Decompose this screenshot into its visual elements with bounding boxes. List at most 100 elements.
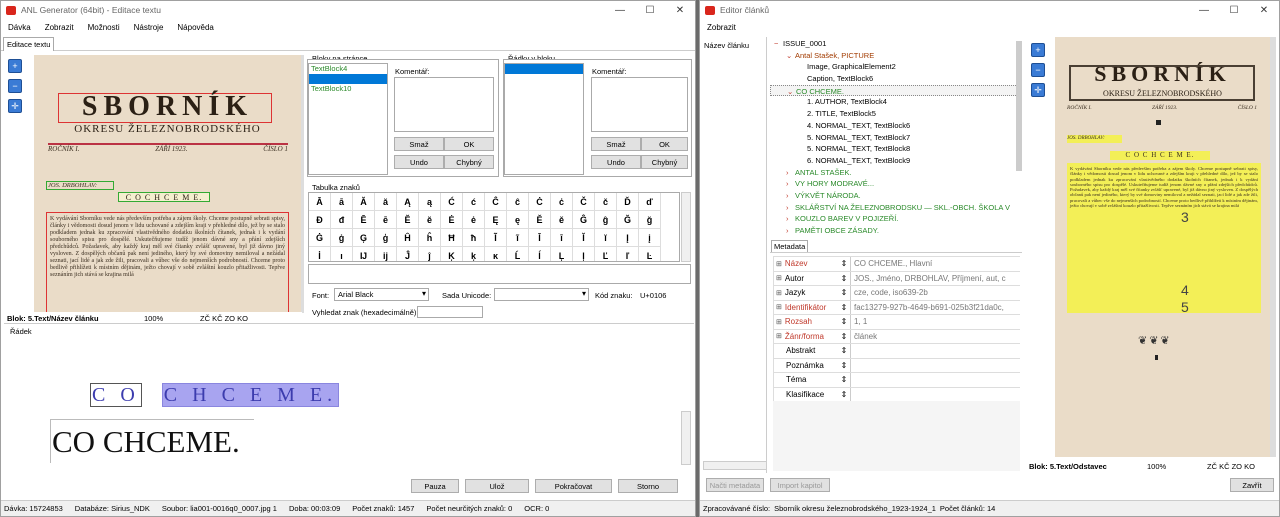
tree-node[interactable]: › PAMĚTI OBCE ZÁSADY. [770, 225, 1018, 237]
metadata-edit-icon[interactable]: ⇕ [838, 388, 850, 402]
tree-expander-icon[interactable]: › [786, 167, 795, 179]
tree-node[interactable]: 2. TITLE, TextBlock5 [770, 108, 1018, 120]
char-cell[interactable]: đ [331, 211, 353, 229]
tab-editace-textu[interactable]: Editace textu [3, 37, 55, 51]
tree-node[interactable]: Image, GraphicalElement2 [770, 61, 1018, 73]
char-cell[interactable]: Ĵ [397, 247, 419, 261]
char-cell[interactable]: Ē [353, 211, 375, 229]
char-cell[interactable]: ħ [463, 229, 485, 247]
pokracovat-button[interactable]: Pokračovat [535, 479, 612, 493]
metadata-edit-icon[interactable]: ⇕ [838, 330, 850, 344]
char-cell[interactable]: ĉ [507, 193, 529, 211]
char-cell[interactable]: Ŀ [639, 247, 661, 261]
nazev-hscroll[interactable] [703, 461, 767, 470]
tree-node[interactable]: 4. NORMAL_TEXT, TextBlock6 [770, 120, 1018, 132]
char-cell[interactable]: ĺ [529, 247, 551, 261]
zavrit-button[interactable]: Zavřít [1230, 478, 1274, 492]
metadata-value[interactable]: CO CHCEME., Hlavní [850, 257, 1020, 271]
char-cell[interactable]: Ģ [353, 229, 375, 247]
tree-expander-icon[interactable]: − [774, 38, 783, 50]
zoom-out-icon[interactable]: − [8, 79, 22, 93]
tree-expander-icon[interactable]: › [786, 225, 795, 237]
expand-plus-icon[interactable]: ⊞ [776, 303, 782, 311]
char-cell[interactable]: ĵ [419, 247, 441, 261]
char-cell[interactable]: ĭ [595, 229, 617, 247]
char-cell[interactable]: ė [463, 211, 485, 229]
metadata-table[interactable]: ⊞ Název ⇕ CO CHCEME., Hlavní ⊞ Autor ⇕ JOS., Jm… [773, 256, 1020, 402]
undo-button-2[interactable]: Undo [591, 155, 641, 169]
line-scrollbar[interactable] [681, 411, 691, 465]
char-cell[interactable]: į [639, 229, 661, 247]
metadata-row[interactable]: ⊞ Jazyk ⇕ cze, code, iso639-2b [774, 286, 1020, 301]
sada-unicode-select[interactable] [494, 288, 589, 301]
expand-plus-icon[interactable]: ⊞ [776, 260, 782, 268]
article-tree[interactable]: − ISSUE_0001 ⌄ Antal Stašek, PICTURE Image, … [770, 37, 1018, 237]
char-cell[interactable]: ć [463, 193, 485, 211]
chybny-button-2[interactable]: Chybný [641, 155, 688, 169]
char-cell[interactable]: ě [551, 211, 573, 229]
menu-item-napoveda[interactable]: Nápověda [170, 23, 220, 32]
metadata-row[interactable]: Téma ⇕ [774, 373, 1020, 388]
char-cell[interactable]: Ā [309, 193, 331, 211]
char-cell[interactable]: Ķ [441, 247, 463, 261]
char-cell[interactable]: ı [331, 247, 353, 261]
tree-node[interactable]: Caption, TextBlock6 [770, 73, 1018, 85]
char-cell[interactable]: Ě [529, 211, 551, 229]
metadata-row[interactable]: ⊞ Název ⇕ CO CHCEME., Hlavní [774, 257, 1020, 272]
editor-fit-icon[interactable]: ✛ [1031, 83, 1045, 97]
metadata-edit-icon[interactable]: ⇕ [838, 315, 850, 329]
tree-expander-icon[interactable]: › [786, 178, 795, 190]
smaz-button-1[interactable]: Smaž [394, 137, 444, 151]
line-text[interactable]: CO CHCEME. [52, 424, 240, 460]
char-cell[interactable]: ğ [639, 211, 661, 229]
metadata-edit-icon[interactable]: ⇕ [838, 301, 850, 315]
tree-scrollbar[interactable] [1016, 41, 1022, 171]
radky-item-selected[interactable] [505, 64, 583, 74]
editor-minimize-icon[interactable]: — [1189, 1, 1219, 19]
char-cell[interactable]: Ę [485, 211, 507, 229]
metadata-row[interactable]: Abstrakt ⇕ [774, 344, 1020, 359]
metadata-row[interactable]: ⊞ Identifikátor ⇕ fac13279-927b-4649-b691-0… [774, 300, 1020, 315]
tree-node[interactable]: › VY HORY MODRAVÉ... [770, 178, 1018, 190]
zoom-in-icon[interactable]: + [8, 59, 22, 73]
editor-maximize-icon[interactable]: ☐ [1219, 1, 1249, 19]
minimize-icon[interactable]: — [605, 1, 635, 19]
tree-node[interactable]: 6. NORMAL_TEXT, TextBlock9 [770, 155, 1018, 167]
char-cell[interactable]: ď [639, 193, 661, 211]
radky-list[interactable] [504, 63, 584, 175]
maximize-icon[interactable]: ☐ [635, 1, 665, 19]
tree-expander-icon[interactable]: › [786, 202, 795, 214]
char-cell[interactable]: ķ [463, 247, 485, 261]
char-cell[interactable]: ċ [551, 193, 573, 211]
metadata-value[interactable]: článek [850, 329, 1020, 343]
metadata-value[interactable]: fac13279-927b-4649-b691-025b3f21da0c, [850, 300, 1020, 314]
undo-button-1[interactable]: Undo [394, 155, 444, 169]
bloky-item-textblock10[interactable]: TextBlock10 [309, 84, 387, 94]
bloky-item-textblock4[interactable]: TextBlock4 [309, 64, 387, 74]
metadata-value[interactable] [850, 387, 1020, 401]
char-cell[interactable]: ļ [573, 247, 595, 261]
tree-node[interactable]: › VÝKVĚT NÁRODA. [770, 190, 1018, 202]
nacti-metadata-button[interactable]: Načti metadata [706, 478, 764, 492]
menu-item-davka[interactable]: Dávka [1, 23, 38, 32]
uloz-button[interactable]: Ulož [465, 479, 529, 493]
char-cell[interactable]: İ [309, 247, 331, 261]
char-cell[interactable]: Ć [441, 193, 463, 211]
editor-zoom-out-icon[interactable]: − [1031, 63, 1045, 77]
char-cell[interactable]: ę [507, 211, 529, 229]
char-cell[interactable]: Ī [529, 229, 551, 247]
import-kapitol-button[interactable]: Import kapitol [770, 478, 830, 492]
komentar-field-2[interactable] [591, 77, 688, 132]
komentar-field-1[interactable] [394, 77, 494, 132]
editor-close-icon[interactable]: ✕ [1249, 1, 1279, 19]
tree-node[interactable]: › ANTAL STAŠEK. [770, 167, 1018, 179]
char-cell[interactable]: Ċ [529, 193, 551, 211]
metadata-value[interactable] [850, 344, 1020, 358]
expand-plus-icon[interactable]: ⊞ [776, 332, 782, 340]
tree-node[interactable]: 5. NORMAL_TEXT, TextBlock7 [770, 132, 1018, 144]
char-cell[interactable]: ī [551, 229, 573, 247]
char-cell[interactable]: ĥ [419, 229, 441, 247]
menu-item-moznosti[interactable]: Možnosti [81, 23, 127, 32]
char-cell[interactable]: ą [419, 193, 441, 211]
char-cell[interactable]: Ļ [551, 247, 573, 261]
